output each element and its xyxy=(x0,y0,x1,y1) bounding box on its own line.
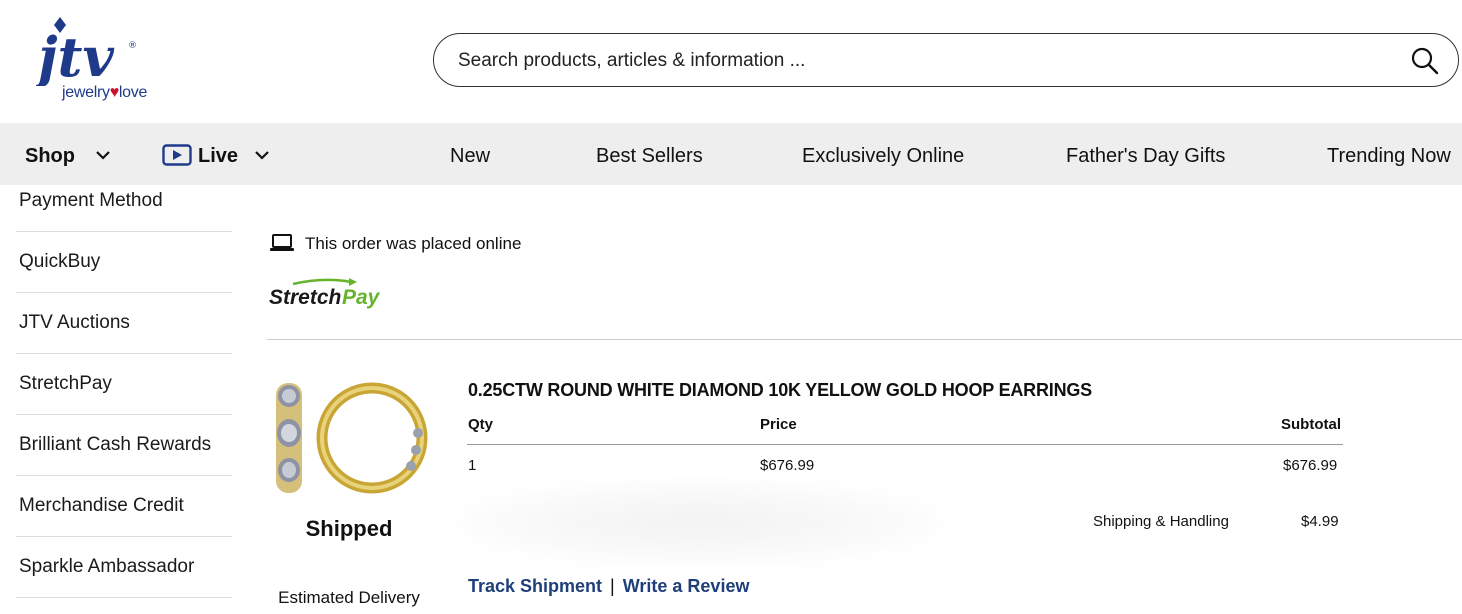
order-placed-text: This order was placed online xyxy=(305,234,522,253)
nav-shop[interactable]: Shop xyxy=(25,123,111,185)
sidebar-item-stretchpay[interactable]: StretchPay xyxy=(16,354,232,415)
nav-best-sellers[interactable]: Best Sellers xyxy=(596,123,703,185)
account-sidebar: Payment Method QuickBuy JTV Auctions Str… xyxy=(16,185,232,598)
sidebar-item-brilliant-cash-rewards[interactable]: Brilliant Cash Rewards xyxy=(16,415,232,476)
write-review-link[interactable]: Write a Review xyxy=(623,576,750,596)
sidebar-item-label: Merchandise Credit xyxy=(19,495,184,516)
col-header-qty: Qty xyxy=(468,416,494,433)
sidebar-item-label: Sparkle Ambassador xyxy=(19,556,195,577)
shipping-handling-value: $4.99 xyxy=(1301,513,1339,530)
nav-exclusively-online[interactable]: Exclusively Online xyxy=(802,123,964,185)
estimated-delivery-label: Estimated Delivery xyxy=(278,588,420,607)
search-bar xyxy=(433,33,1459,87)
sidebar-item-sparkle-ambassador[interactable]: Sparkle Ambassador xyxy=(16,537,232,598)
sidebar-item-merchandise-credit[interactable]: Merchandise Credit xyxy=(16,476,232,537)
svg-text:Stretch: Stretch xyxy=(269,286,341,309)
stretchpay-logo: Stretch Pay xyxy=(269,278,389,310)
sidebar-item-label: JTV Auctions xyxy=(19,312,130,333)
table-divider xyxy=(467,444,1343,445)
product-image[interactable] xyxy=(268,378,430,496)
main-nav: Shop Live New Best Sellers Exclusively O… xyxy=(0,123,1462,185)
search-input[interactable] xyxy=(458,46,1398,76)
link-separator: | xyxy=(610,576,615,596)
tagline-jewelry: jewelry xyxy=(62,84,110,101)
chevron-down-icon xyxy=(95,150,110,160)
order-status: Shipped xyxy=(305,516,393,541)
nav-trending-now[interactable]: Trending Now xyxy=(1327,123,1451,185)
site-header: jtv ® jewelry♥love xyxy=(0,0,1462,123)
order-actions: Track Shipment | Write a Review xyxy=(468,576,749,597)
laptop-icon xyxy=(270,233,294,251)
cell-price: $676.99 xyxy=(760,457,815,474)
logo-tagline: jewelry♥love xyxy=(62,84,147,102)
sidebar-item-label: Brilliant Cash Rewards xyxy=(19,434,212,455)
jtv-logo[interactable]: jtv ® jewelry♥love xyxy=(36,14,166,106)
nav-fathers-day-gifts[interactable]: Father's Day Gifts xyxy=(1066,123,1225,185)
nav-new[interactable]: New xyxy=(450,123,490,185)
nav-live-label: Live xyxy=(198,145,239,167)
section-divider xyxy=(267,339,1462,340)
sidebar-item-payment-method[interactable]: Payment Method xyxy=(16,185,232,232)
tagline-love: love xyxy=(118,84,148,101)
nav-shop-label: Shop xyxy=(25,145,75,167)
shipping-handling-label: Shipping & Handling xyxy=(1093,513,1229,530)
sidebar-item-label: StretchPay xyxy=(19,373,112,394)
svg-text:®: ® xyxy=(128,41,137,51)
sidebar-item-quickbuy[interactable]: QuickBuy xyxy=(16,232,232,293)
search-icon[interactable] xyxy=(1410,46,1440,76)
product-title[interactable]: 0.25CTW ROUND WHITE DIAMOND 10K YELLOW G… xyxy=(468,380,1092,401)
svg-text:jtv: jtv xyxy=(36,25,114,86)
nav-live[interactable]: Live xyxy=(162,123,270,185)
sidebar-item-jtv-auctions[interactable]: JTV Auctions xyxy=(16,293,232,354)
col-header-subtotal: Subtotal xyxy=(1281,416,1341,433)
jtv-wordmark: jtv ® xyxy=(36,17,137,86)
track-shipment-link[interactable]: Track Shipment xyxy=(468,576,602,596)
order-placed-online: This order was placed online xyxy=(269,233,522,254)
heart-icon: ♥ xyxy=(109,84,120,101)
chevron-down-icon xyxy=(254,150,269,160)
cell-subtotal: $676.99 xyxy=(1283,457,1338,474)
sidebar-item-label: QuickBuy xyxy=(19,251,101,272)
redacted-area xyxy=(460,480,940,565)
sidebar-item-label: Payment Method xyxy=(19,190,163,211)
play-icon xyxy=(162,144,192,166)
col-header-price: Price xyxy=(760,416,797,433)
svg-text:Pay: Pay xyxy=(342,286,381,309)
cell-qty: 1 xyxy=(468,457,477,474)
